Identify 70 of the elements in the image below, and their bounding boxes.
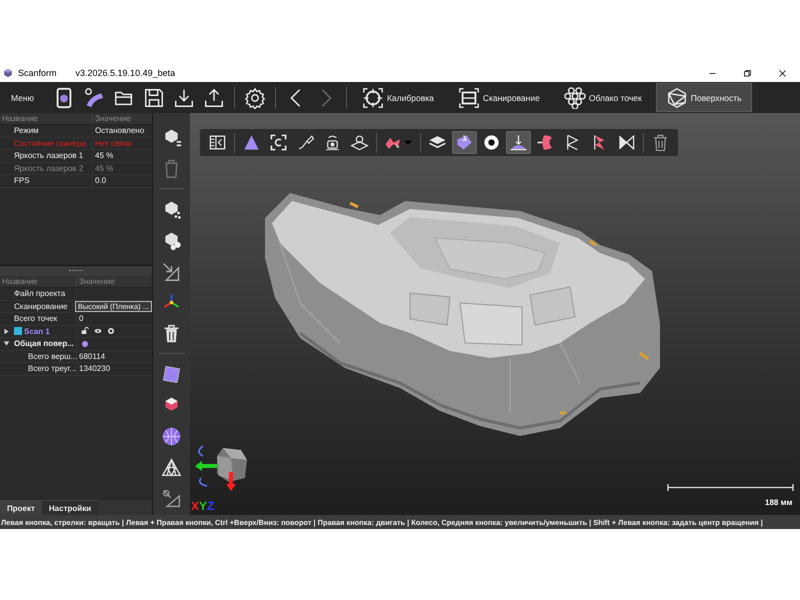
ring-icon: [482, 133, 501, 152]
mode-tab[interactable]: Калибровка: [352, 83, 444, 112]
scale-label: 188 мм: [765, 498, 792, 507]
property-value: 0.0: [95, 176, 106, 186]
property-name: Яркость лазеров 2: [14, 164, 84, 173]
mode-tab[interactable]: Поверхность: [656, 83, 752, 112]
save-icon: [142, 86, 165, 108]
tree-item[interactable]: Общая повер...: [14, 339, 74, 348]
triangle-icon: [242, 133, 261, 152]
app-name: Scanform: [18, 68, 57, 78]
surface-import-icon: [82, 86, 105, 108]
property-name: Состояние сканера: [14, 138, 86, 148]
close-icon: [778, 68, 787, 78]
sphere-icon: [161, 426, 182, 446]
tool-button[interactable]: [506, 131, 531, 154]
brush-icon: [296, 133, 315, 152]
curved-surface-icon: [536, 133, 555, 152]
property-name: FPS: [14, 176, 30, 186]
camera-icon: [323, 133, 342, 152]
property-value: Остановлено: [95, 126, 144, 136]
property-value: Нет связи: [95, 138, 132, 148]
column-header: Значение: [77, 277, 116, 286]
app-logo-icon: [3, 68, 13, 78]
column-header: Название: [0, 277, 77, 286]
target-icon: [362, 86, 384, 108]
lock-icon: [81, 327, 89, 336]
eye-icon: [94, 327, 102, 336]
mode-tab[interactable]: Сканирование: [448, 83, 550, 112]
upload-icon: [202, 86, 225, 108]
plane-arrow-icon: [509, 133, 528, 152]
tree-item[interactable]: Scan 1: [24, 326, 50, 336]
mode-tab[interactable]: Облако точек: [554, 83, 652, 112]
property-name: Всего треуг...: [28, 364, 76, 374]
property-value: 680114: [79, 352, 106, 361]
column-header: Название: [0, 114, 93, 123]
trash-icon: [651, 133, 670, 152]
restore-icon: [743, 68, 752, 78]
panel-collapse-icon: [208, 133, 227, 152]
property-name: Файл проекта: [14, 289, 66, 298]
triangle-arrow-icon: [161, 260, 182, 282]
surface-icon: [455, 133, 474, 152]
plane-icon: [350, 133, 369, 152]
axis-label: Z: [207, 499, 214, 513]
mesh-dot-icon: [81, 340, 89, 348]
box-cross-icon: [617, 133, 636, 152]
column-header: Значение: [93, 114, 132, 123]
property-value: 1340230: [79, 364, 110, 374]
scan-frame-icon: [458, 86, 480, 108]
axis-label: X: [191, 499, 200, 513]
property-name: Режим: [14, 126, 39, 136]
settings-icon: [107, 327, 115, 336]
axis-label: Y: [199, 499, 208, 513]
bracket-c-icon: [269, 133, 288, 152]
polyhedron-icon: [666, 86, 688, 108]
property-name: Всего верш...: [28, 352, 78, 361]
app-version: v3.2026.5.19.10.49_beta: [76, 68, 176, 78]
panel-tab[interactable]: Настройки: [42, 500, 98, 515]
property-value: 45 %: [95, 151, 114, 160]
triangle-mesh-icon: [161, 456, 182, 478]
property-name: Сканирование: [14, 302, 68, 311]
point-cloud-icon: [564, 86, 586, 108]
caret-icon: [403, 138, 413, 148]
property-value: 45 %: [95, 164, 114, 173]
property-name: Всего точек: [14, 314, 58, 324]
panel-tab[interactable]: Проект: [0, 500, 42, 515]
property-name: Яркость лазеров 1: [14, 151, 84, 160]
triangle-outline-icon: [161, 488, 182, 508]
menu-button[interactable]: Меню: [4, 92, 41, 104]
settings-icon: [244, 86, 266, 108]
property-value: 0: [79, 314, 84, 324]
